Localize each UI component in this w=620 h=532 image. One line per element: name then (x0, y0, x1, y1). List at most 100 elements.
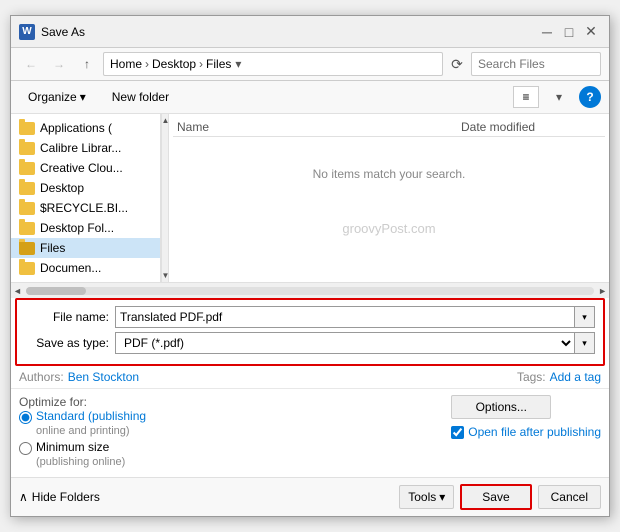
nav-bar: ← → ↑ Home › Desktop › Files ▾ ⟳ (11, 48, 609, 81)
filetype-dropdown-icon[interactable]: ▾ (575, 332, 595, 354)
view-icon: ≡ (522, 90, 529, 104)
folder-icon (19, 242, 35, 255)
save-as-dialog: W Save As ─ □ ✕ ← → ↑ Home › Desktop › F… (10, 15, 610, 517)
minimum-radio-row: Minimum size (publishing online) (19, 440, 439, 468)
horizontal-scrollbar[interactable]: ◄ ► (11, 282, 609, 298)
sidebar-item-desktop-folder[interactable]: Desktop Fol... (11, 218, 160, 238)
standard-radio[interactable] (19, 411, 32, 424)
help-button[interactable]: ? (579, 86, 601, 108)
folder-icon (19, 162, 35, 175)
tools-button[interactable]: Tools ▾ (399, 485, 454, 509)
col-name-header[interactable]: Name (177, 120, 461, 134)
scroll-down-icon[interactable]: ▼ (160, 269, 169, 282)
filename-dropdown-icon[interactable]: ▾ (575, 306, 595, 328)
folder-icon (19, 202, 35, 215)
minimize-button[interactable]: ─ (537, 22, 557, 42)
sidebar-item-calibre[interactable]: Calibre Librar... (11, 138, 160, 158)
standard-radio-row: Standard (publishing online and printing… (19, 409, 439, 437)
title-controls: ─ □ ✕ (537, 22, 601, 42)
sidebar-item-label: Desktop Fol... (40, 221, 114, 235)
open-after-publishing-checkbox[interactable] (451, 426, 464, 439)
filename-row: File name: ▾ (25, 306, 595, 328)
hide-folders-button[interactable]: ∧ Hide Folders (19, 490, 100, 504)
view-dropdown-button[interactable]: ▾ (547, 85, 571, 109)
folder-icon (19, 122, 35, 135)
forward-button[interactable]: → (47, 52, 71, 76)
app-icon: W (19, 24, 35, 40)
back-button[interactable]: ← (19, 52, 43, 76)
toolbar: Organize ▾ New folder ≡ ▾ ? (11, 81, 609, 114)
file-list: Name Date modified No items match your s… (169, 114, 609, 282)
address-files: Files (206, 57, 231, 71)
options-button[interactable]: Options... (451, 395, 551, 419)
optimize-group: Optimize for: Standard (publishing onlin… (19, 395, 439, 471)
meta-row: Authors: Ben Stockton Tags: Add a tag (11, 366, 609, 388)
tools-arrow: ▾ (439, 490, 445, 504)
sidebar-item-documents[interactable]: Documen... (11, 258, 160, 278)
maximize-button[interactable]: □ (559, 22, 579, 42)
sidebar-item-files[interactable]: Files (11, 238, 160, 258)
sidebar-item-recycle[interactable]: $RECYCLE.BI... (11, 198, 160, 218)
view-button[interactable]: ≡ (513, 86, 539, 108)
col-date-header[interactable]: Date modified (461, 120, 601, 134)
refresh-button[interactable]: ⟳ (447, 54, 467, 74)
organize-label: Organize (28, 90, 77, 104)
minimum-radio-label: Minimum size (publishing online) (36, 440, 125, 468)
sidebar-item-desktop[interactable]: Desktop (11, 178, 160, 198)
scroll-right-icon[interactable]: ► (598, 286, 607, 296)
sidebar-item-label: Creative Clou... (40, 161, 123, 175)
right-options: Options... Open file after publishing (451, 395, 601, 471)
watermark: groovyPost.com (173, 221, 605, 236)
file-list-header: Name Date modified (173, 118, 605, 137)
sidebar-item-label: Applications ( (40, 121, 112, 135)
save-button[interactable]: Save (460, 484, 531, 510)
tools-label: Tools (408, 490, 436, 504)
minimum-radio[interactable] (19, 442, 32, 455)
address-desktop: Desktop (152, 57, 196, 71)
sidebar-item-label: $RECYCLE.BI... (40, 201, 128, 215)
options-section: Optimize for: Standard (publishing onlin… (11, 388, 609, 477)
folder-icon (19, 142, 35, 155)
title-bar: W Save As ─ □ ✕ (11, 16, 609, 48)
optimize-label: Optimize for: (19, 395, 87, 409)
sidebar-item-label: Desktop (40, 181, 84, 195)
filetype-label: Save as type: (25, 336, 115, 350)
filetype-select[interactable]: PDF (*.pdf) (115, 332, 575, 354)
scroll-up-icon[interactable]: ▲ (160, 114, 169, 127)
scroll-track (26, 287, 594, 295)
cancel-button[interactable]: Cancel (538, 485, 601, 509)
filename-input[interactable] (115, 306, 575, 328)
folder-icon (19, 182, 35, 195)
hide-folders-label: Hide Folders (32, 490, 100, 504)
empty-message: No items match your search. (173, 137, 605, 211)
dialog-title: Save As (41, 25, 537, 39)
standard-radio-label: Standard (publishing online and printing… (36, 409, 146, 437)
sidebar-item-label: Documen... (40, 261, 101, 275)
authors-value[interactable]: Ben Stockton (68, 370, 139, 384)
organize-button[interactable]: Organize ▾ (19, 85, 95, 109)
sidebar-item-label: Calibre Librar... (40, 141, 121, 155)
sidebar: Applications ( Calibre Librar... Creativ… (11, 114, 161, 282)
folder-icon (19, 222, 35, 235)
address-home: Home (110, 57, 142, 71)
filename-label: File name: (25, 310, 115, 324)
authors-label: Authors: (19, 370, 64, 384)
address-dropdown-icon[interactable]: ▾ (235, 57, 241, 71)
search-input[interactable] (471, 52, 601, 76)
sidebar-item-applications[interactable]: Applications ( (11, 118, 160, 138)
add-tag-link[interactable]: Add a tag (550, 370, 601, 384)
address-bar[interactable]: Home › Desktop › Files ▾ (103, 52, 443, 76)
help-label: ? (586, 90, 593, 104)
up-button[interactable]: ↑ (75, 52, 99, 76)
sidebar-item-label: Files (40, 241, 65, 255)
bottom-bar: ∧ Hide Folders Tools ▾ Save Cancel (11, 477, 609, 516)
folder-icon (19, 262, 35, 275)
scroll-thumb[interactable] (26, 287, 86, 295)
open-after-publishing-row[interactable]: Open file after publishing (451, 425, 601, 439)
filename-section: File name: ▾ Save as type: PDF (*.pdf) ▾ (15, 298, 605, 366)
scroll-left-icon[interactable]: ◄ (13, 286, 22, 296)
sidebar-item-creative-cloud[interactable]: Creative Clou... (11, 158, 160, 178)
hide-folders-arrow: ∧ (19, 490, 28, 504)
new-folder-button[interactable]: New folder (103, 85, 178, 109)
close-button[interactable]: ✕ (581, 22, 601, 42)
